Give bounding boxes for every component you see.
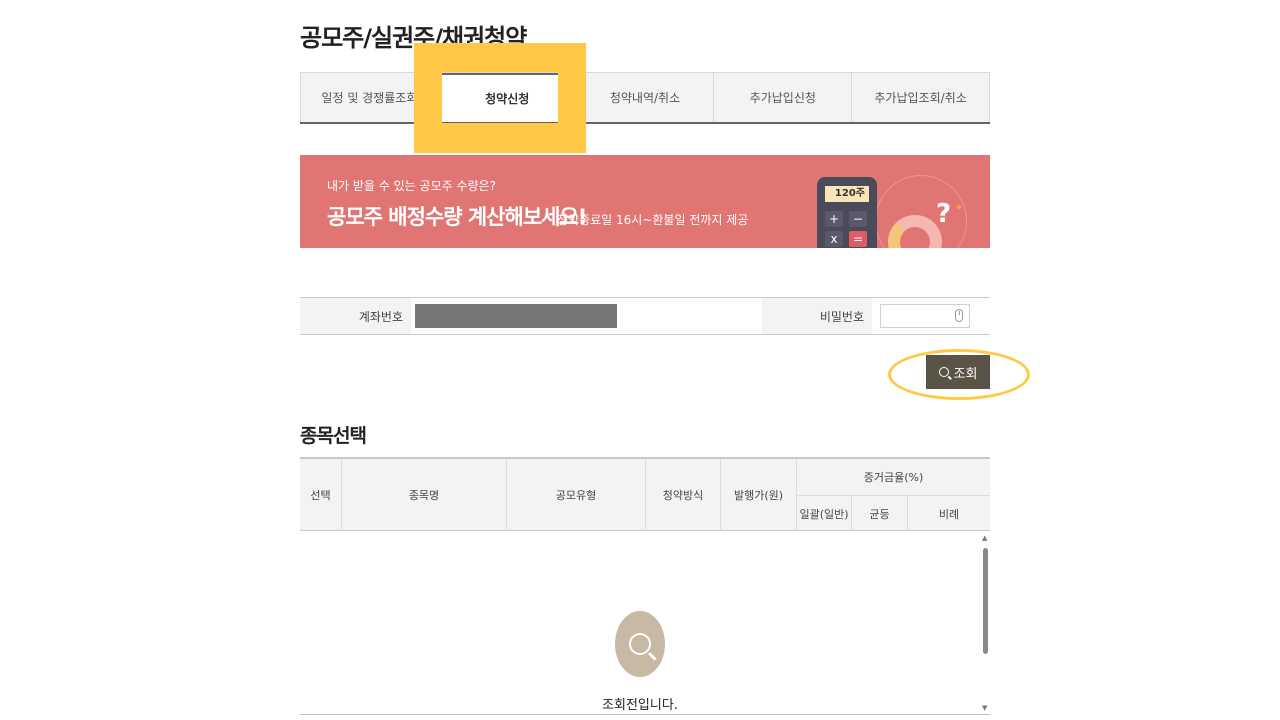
header-offering-type: 공모유형 — [507, 459, 646, 531]
table-scrollbar[interactable]: ▲ ▼ — [981, 534, 989, 712]
account-number-field[interactable] — [411, 298, 762, 334]
calculator-key-multiply: x — [825, 231, 843, 247]
scroll-up-icon[interactable]: ▲ — [982, 534, 987, 542]
calculator-display: 120주 — [825, 186, 869, 202]
search-button-label: 조회 — [953, 366, 978, 382]
tab-schedule-competition[interactable]: 일정 및 경쟁률조회 — [300, 73, 438, 122]
empty-message: 조회전입니다. — [602, 698, 678, 713]
header-subscription-method: 청약방식 — [646, 459, 721, 531]
allocation-calculator-banner[interactable]: 내가 받을 수 있는 공모주 수량은? 공모주 배정수량 계산해보세요! 청약종… — [300, 155, 990, 248]
table-header: 선택 종목명 공모유형 청약방식 발행가(원) 증거금율(%) 일괄(일반) 균… — [300, 457, 990, 531]
banner-headline: 공모주 배정수량 계산해보세요! — [327, 205, 587, 229]
question-mark-icon: ? — [936, 199, 952, 229]
tab-bar: 일정 및 경쟁률조회 청약신청 청약내역/취소 추가납입신청 추가납입조회/취소 — [300, 72, 990, 124]
scrollbar-thumb[interactable] — [983, 548, 988, 654]
password-label: 비밀번호 — [762, 298, 872, 334]
masked-account-number[interactable] — [415, 304, 617, 328]
mouse-icon[interactable] — [955, 309, 963, 322]
page-title: 공모주/실권주/채권청약 — [300, 24, 527, 52]
decorative-dot — [957, 205, 961, 209]
calculator-key-minus: − — [849, 211, 867, 227]
calculator-icon: 120주 + − x = — [817, 177, 877, 248]
header-proportional: 비례 — [908, 495, 990, 531]
banner-note: 청약종료일 16시~환불일 전까지 제공 — [557, 213, 749, 227]
calculator-key-equals: = — [849, 231, 867, 247]
account-row: 계좌번호 비밀번호 — [300, 297, 990, 335]
account-number-label: 계좌번호 — [300, 298, 411, 334]
scroll-down-icon[interactable]: ▼ — [982, 704, 987, 712]
calculator-key-plus: + — [825, 211, 843, 227]
search-icon — [938, 367, 949, 377]
header-margin-rate: 증거금율(%) — [863, 471, 924, 484]
header-equal: 균등 — [852, 495, 908, 531]
header-select: 선택 — [300, 459, 342, 531]
tab-subscription-history-cancel[interactable]: 청약내역/취소 — [575, 73, 714, 122]
tab-additional-payment-apply[interactable]: 추가납입신청 — [713, 73, 851, 122]
banner-subtitle: 내가 받을 수 있는 공모주 수량은? — [327, 179, 496, 193]
header-lump: 일괄(일반) — [797, 495, 852, 531]
empty-search-icon — [615, 611, 665, 677]
header-issue-price: 발행가(원) — [721, 459, 797, 531]
header-name: 종목명 — [342, 459, 507, 531]
table-bottom-border — [300, 714, 990, 715]
section-title: 종목선택 — [300, 425, 367, 447]
search-button[interactable]: 조회 — [926, 355, 990, 389]
tab-additional-payment-inquiry-cancel[interactable]: 추가납입조회/취소 — [851, 73, 990, 122]
magnifier-icon — [629, 633, 651, 655]
tab-subscription-apply[interactable]: 청약신청 — [437, 73, 576, 122]
password-field[interactable] — [880, 304, 970, 328]
